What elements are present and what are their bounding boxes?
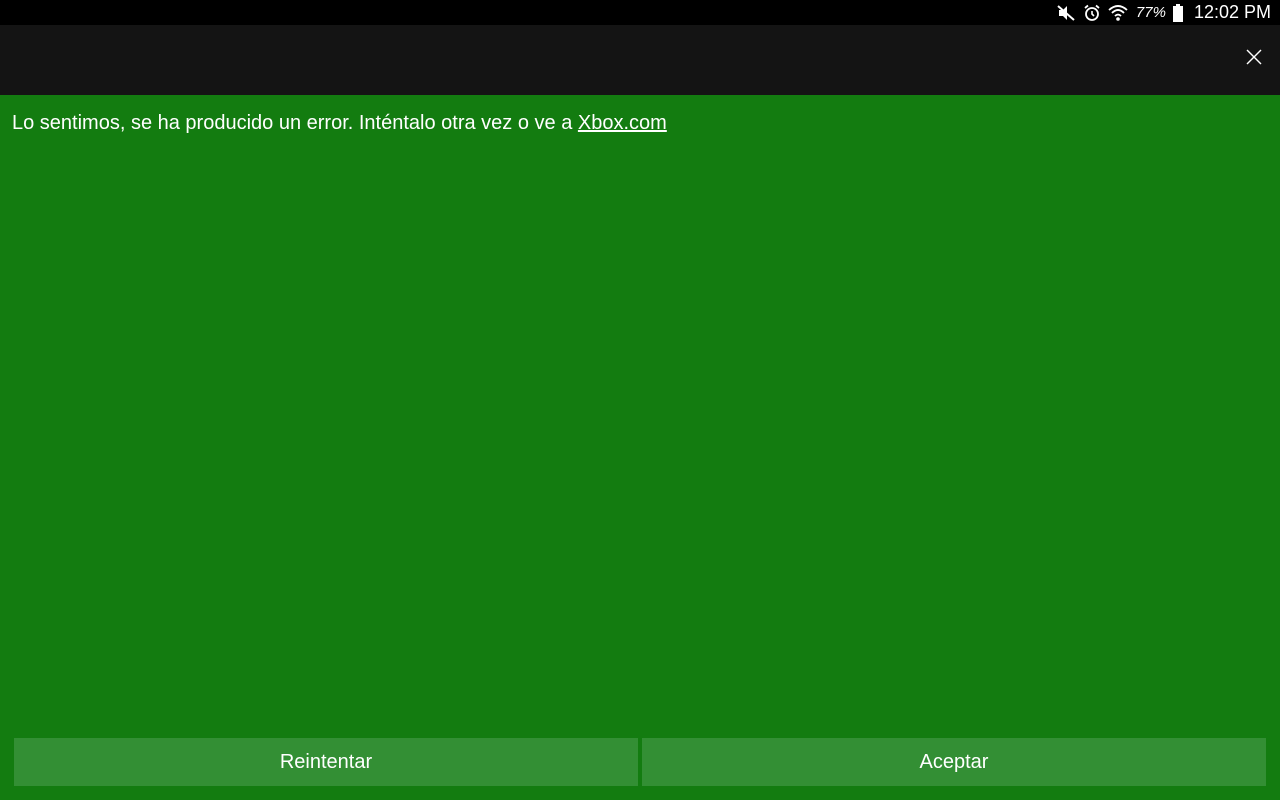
alarm-icon (1082, 3, 1102, 23)
retry-button[interactable]: Reintentar (14, 738, 638, 786)
title-bar (0, 25, 1280, 95)
battery-percent: 77% (1135, 4, 1166, 21)
status-clock: 12:02 PM (1193, 2, 1271, 22)
xbox-link[interactable]: Xbox.com (578, 112, 667, 134)
battery-icon (1172, 3, 1184, 23)
error-content: Lo sentimos, se ha producido un error. I… (0, 95, 1280, 800)
mute-icon (1056, 3, 1076, 23)
wifi-icon (1108, 3, 1128, 23)
error-message: Lo sentimos, se ha producido un error. I… (12, 111, 667, 135)
error-message-text: Lo sentimos, se ha producido un error. I… (12, 112, 578, 134)
accept-button[interactable]: Aceptar (642, 738, 1266, 786)
close-button[interactable] (1242, 47, 1266, 71)
status-bar: 77% 12:02 PM (0, 0, 1280, 25)
close-icon (1246, 49, 1262, 70)
